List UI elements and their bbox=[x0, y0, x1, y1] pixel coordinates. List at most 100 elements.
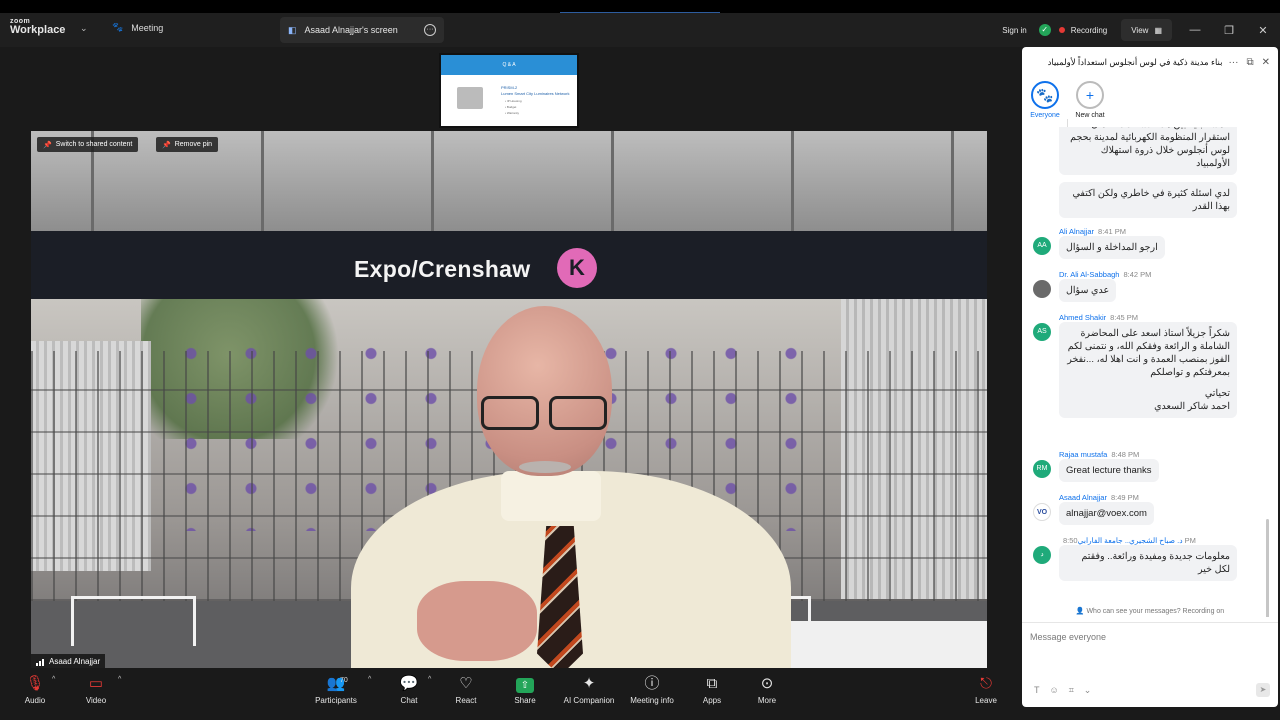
share-screen-tab[interactable]: ◧ Asaad Alnajjar's screen ··· bbox=[280, 17, 444, 43]
audio-options-caret[interactable]: ^ bbox=[52, 676, 55, 683]
chat-panel: بناء مدينة ذكية في لوس أنجلوس استعداداً … bbox=[1022, 47, 1278, 707]
message-text: شكراً جزيلاً استاذ اسعد على المحاضرة الش… bbox=[1059, 322, 1237, 418]
message-time: 8:48 PM bbox=[1111, 450, 1140, 459]
glasses-lens bbox=[549, 396, 607, 430]
ceiling-slat bbox=[951, 131, 954, 231]
sender-name: Asaad Alnajjar bbox=[1059, 493, 1107, 502]
react-button[interactable]: ♡ React bbox=[434, 674, 498, 705]
message-line: شكراً جزيلاً استاذ اسعد على المحاضرة الش… bbox=[1067, 328, 1230, 378]
avatar: AS bbox=[1033, 323, 1051, 341]
switch-to-shared-content-button[interactable]: 📌 Switch to shared content bbox=[37, 137, 139, 152]
more-button[interactable]: ⊙ More bbox=[735, 674, 799, 705]
meeting-toolbar: 🎙 Audio ^ ▭ Video ^ 👥 70 Participants ^ 💬… bbox=[0, 668, 1020, 720]
avatar: AA bbox=[1033, 237, 1051, 255]
heart-icon: ♡ bbox=[459, 675, 473, 692]
chat-button[interactable]: 💬 Chat bbox=[377, 674, 441, 705]
sender-name: د. صباح الشجيري.. جامعة الفارابي bbox=[1077, 536, 1183, 545]
sender-name: Ahmed Shakir bbox=[1059, 313, 1107, 322]
chevron-down-icon[interactable]: ⌄ bbox=[80, 23, 88, 34]
close-icon[interactable]: ✕ bbox=[1262, 57, 1270, 68]
meeting-label: Meeting bbox=[131, 22, 164, 33]
message-line: احمد شاكر السعدي bbox=[1154, 401, 1230, 412]
emoji-icon[interactable]: ☺ bbox=[1050, 685, 1059, 696]
minimize-button[interactable]: — bbox=[1178, 24, 1212, 36]
active-speaker-video[interactable]: Expo/Crenshaw K 📌 Switch to shared conte… bbox=[31, 131, 987, 668]
popout-icon[interactable]: ⧉ bbox=[1246, 57, 1253, 68]
more-icon[interactable]: ··· bbox=[424, 24, 436, 36]
share-tab-label: Asaad Alnajjar's screen bbox=[304, 25, 398, 35]
ceiling-slat bbox=[611, 131, 614, 231]
thumb-title1: PRISM-2 bbox=[501, 85, 518, 90]
text-format-icon[interactable]: T bbox=[1034, 685, 1040, 696]
message-meta: Dr. Ali Al-Sabbagh 8:42 PM bbox=[1059, 270, 1262, 279]
privacy-text: Who can see your messages? Recording on bbox=[1086, 608, 1225, 615]
message-text: ارجو المداخلة و السؤال bbox=[1059, 236, 1165, 259]
screenshot-icon[interactable]: ⌗ bbox=[1069, 685, 1074, 696]
person-hands bbox=[417, 581, 537, 661]
message-meta: Rajaa mustafa 8:48 PM bbox=[1059, 450, 1262, 459]
share-button[interactable]: ⇧ Share bbox=[493, 674, 557, 705]
message-input[interactable] bbox=[1030, 629, 1268, 645]
compose-tools: T ☺ ⌗ ⌄ bbox=[1034, 685, 1091, 696]
sign-in-button[interactable]: Sign in bbox=[996, 19, 1032, 41]
video-label: Video bbox=[85, 696, 107, 705]
ceiling-slat bbox=[791, 131, 794, 231]
video-options-caret[interactable]: ^ bbox=[118, 676, 121, 683]
message-text: alnajjar@voex.com bbox=[1059, 502, 1154, 525]
thumb-item: • IP Housing bbox=[505, 99, 522, 103]
chat-message: المستقبلية بين هذا الاستعداد لضمان استقر… bbox=[1032, 127, 1262, 175]
ai-companion-button[interactable]: ✦ AI Companion bbox=[557, 674, 621, 705]
share-arrow-icon: ⇧ bbox=[493, 674, 557, 694]
tab-label: New chat bbox=[1075, 112, 1105, 119]
view-label: View bbox=[1131, 25, 1149, 35]
chat-title: بناء مدينة ذكية في لوس أنجلوس استعداداً … bbox=[1047, 56, 1223, 67]
person-mustache bbox=[519, 461, 571, 473]
chevron-down-icon[interactable]: ⌄ bbox=[1084, 685, 1092, 696]
chat-options-caret[interactable]: ^ bbox=[428, 676, 431, 683]
avatar: RM bbox=[1033, 460, 1051, 478]
plus-icon: + bbox=[1076, 81, 1104, 109]
meeting-info-button[interactable]: ⓘ Meeting info bbox=[620, 674, 684, 705]
recording-indicator[interactable]: Recording bbox=[1058, 19, 1115, 41]
paw-icon: 🐾 bbox=[112, 22, 124, 32]
station-sign: Expo/Crenshaw bbox=[31, 231, 987, 299]
audio-button[interactable]: 🎙 Audio bbox=[3, 674, 67, 705]
chat-scrollbar[interactable] bbox=[1266, 519, 1269, 617]
sender-name: Rajaa mustafa bbox=[1059, 450, 1108, 459]
thumb-item: • Budget bbox=[505, 105, 517, 109]
message-time: 8:45 PM bbox=[1110, 313, 1139, 322]
chat-message: Dr. Ali Al-Sabbagh 8:42 PM عدي سؤال bbox=[1032, 270, 1262, 302]
privacy-notice[interactable]: 👤 Who can see your messages? Recording o… bbox=[1022, 607, 1278, 615]
message-meta: Ahmed Shakir 8:45 PM bbox=[1059, 313, 1262, 322]
maximize-button[interactable]: ❐ bbox=[1212, 24, 1246, 37]
chat-message: لدي اسئلة كثيرة في خاطري ولكن اكتفي بهذا… bbox=[1032, 182, 1262, 218]
message-time: 8:41 PM bbox=[1098, 227, 1126, 236]
shield-icon[interactable]: ✓ bbox=[1038, 24, 1051, 36]
send-button[interactable]: ➤ bbox=[1256, 683, 1270, 697]
pin-icon: 📌 bbox=[43, 141, 52, 149]
close-button[interactable]: ✕ bbox=[1246, 24, 1280, 37]
message-text: عدي سؤال bbox=[1059, 279, 1117, 302]
zoom-logo[interactable]: zoom Workplace bbox=[10, 18, 65, 36]
person-head bbox=[477, 306, 612, 476]
view-button[interactable]: View ▦ bbox=[1121, 19, 1172, 41]
scene-table bbox=[771, 621, 987, 668]
chat-message: Ahmed Shakir 8:45 PM AS شكراً جزيلاً استا… bbox=[1032, 313, 1262, 418]
lamp-image bbox=[457, 87, 483, 109]
leave-button[interactable]: ⎋ Leave bbox=[954, 674, 1018, 705]
meeting-tab[interactable]: 🐾 Meeting bbox=[112, 22, 163, 33]
tab-new-chat[interactable]: + New chat bbox=[1064, 81, 1116, 119]
shared-screen-thumbnail[interactable]: Q & A PRISM-2 Lumen Smart City Luminaire… bbox=[439, 53, 579, 128]
participants-options-caret[interactable]: ^ bbox=[368, 676, 371, 683]
message-text: معلومات جديدة ومفيدة ورائعة.. وفقتم لكل … bbox=[1059, 545, 1237, 581]
sign-in-label: Sign in bbox=[1002, 25, 1027, 35]
thumb-item: • Warranty bbox=[505, 111, 519, 115]
participants-button[interactable]: 👥 70 Participants bbox=[304, 674, 368, 705]
brand-main: Workplace bbox=[10, 24, 66, 36]
chat-message: د. صباح الشجيري.. جامعة الفارابي8:50 PM … bbox=[1032, 536, 1262, 581]
chat-message: Rajaa mustafa 8:48 PM RM Great lecture th… bbox=[1032, 450, 1262, 482]
record-dot-icon bbox=[1058, 27, 1065, 33]
mic-muted-icon: 🎙 bbox=[25, 675, 45, 692]
more-icon[interactable]: ··· bbox=[1228, 57, 1238, 68]
remove-pin-button[interactable]: 📌 Remove pin bbox=[156, 137, 219, 152]
